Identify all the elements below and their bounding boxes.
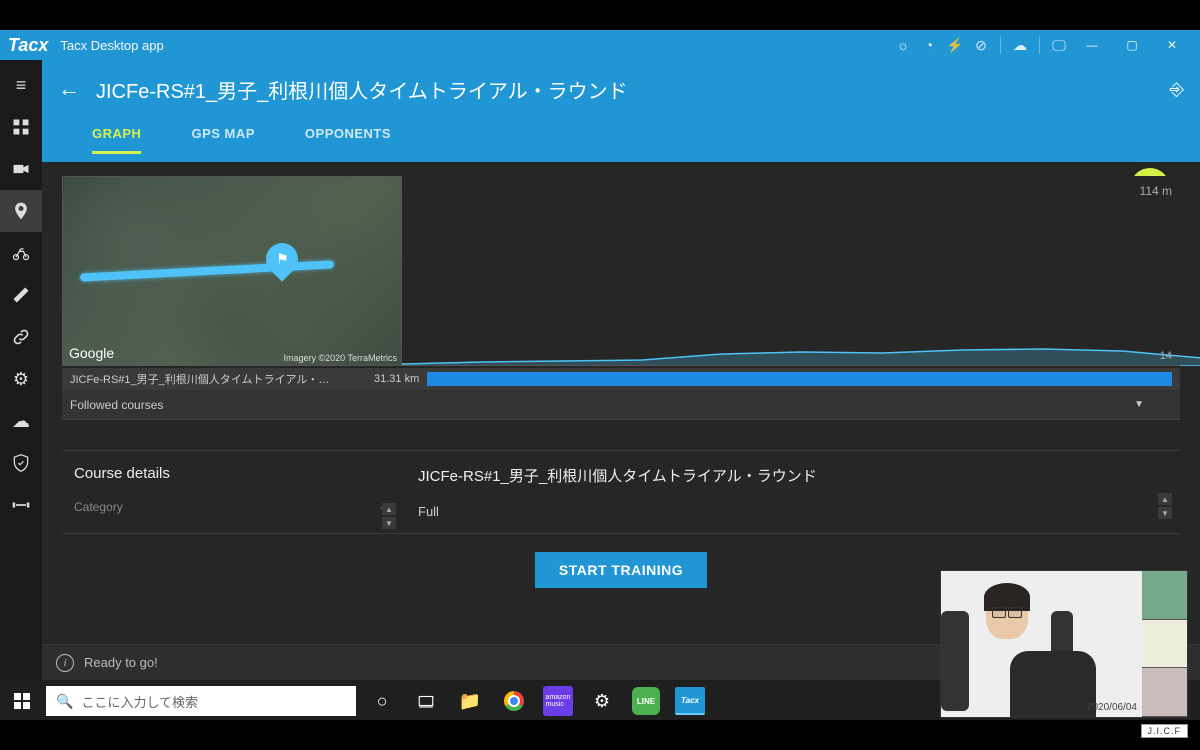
tacx-app-icon[interactable]: Tacx bbox=[675, 687, 705, 715]
window-maximize[interactable]: ▢ bbox=[1112, 30, 1152, 60]
file-explorer-icon[interactable]: 📁 bbox=[448, 682, 492, 720]
settings-icon[interactable]: ⚙ bbox=[580, 682, 624, 720]
chrome-icon[interactable] bbox=[492, 682, 536, 720]
webcam-overlay: 2020/06/04 bbox=[940, 570, 1188, 718]
chevron-down-icon: ▼ bbox=[1134, 399, 1144, 410]
titlebar: Tacx Tacx Desktop app ☼ ◔ ⚡ ⊘ ☁ 🖵 — ▢ ✕ bbox=[0, 30, 1200, 60]
bolt-icon[interactable]: ⚡ bbox=[942, 32, 968, 58]
elevation-max-label: 114 m bbox=[1140, 184, 1172, 198]
elevation-min-label: 14 bbox=[1160, 350, 1172, 362]
status-text: Ready to go! bbox=[84, 655, 158, 670]
category-label: Category bbox=[74, 500, 123, 514]
route-name-bar: JICFe-RS#1_男子_利根川個人タイムトライアル・… 31.31 km bbox=[62, 368, 1180, 390]
sidebar-edit[interactable] bbox=[0, 274, 42, 316]
amazon-music-icon[interactable]: amazon music bbox=[543, 686, 573, 716]
webcam-date: 2020/06/04 bbox=[1087, 702, 1137, 713]
map-thumbnail[interactable]: Google Imagery ©2020 TerraMetrics bbox=[62, 176, 402, 366]
followed-label: Followed courses bbox=[70, 398, 163, 412]
search-icon: 🔍 bbox=[56, 693, 73, 710]
route-distance: 31.31 km bbox=[374, 373, 419, 385]
start-training-button[interactable]: START TRAINING bbox=[535, 552, 707, 588]
brand-logo: Tacx bbox=[8, 35, 48, 56]
windows-start-button[interactable] bbox=[0, 682, 44, 720]
page-title: JICFe-RS#1_男子_利根川個人タイムトライアル・ラウンド bbox=[96, 75, 1170, 104]
google-logo: Google bbox=[69, 345, 114, 361]
course-details-heading: Course details bbox=[74, 465, 390, 482]
segment-step-down[interactable]: ▼ bbox=[1158, 507, 1172, 519]
tabs: GRAPH GPS MAP OPPONENTS bbox=[42, 118, 1200, 162]
sidebar-dashboard[interactable] bbox=[0, 106, 42, 148]
category-step-up[interactable]: ▲ bbox=[382, 503, 396, 515]
sidebar-bike[interactable] bbox=[0, 232, 42, 274]
info-icon: i bbox=[56, 654, 74, 672]
sidebar-menu[interactable]: ≡ bbox=[0, 64, 42, 106]
content-header: ← JICFe-RS#1_男子_利根川個人タイムトライアル・ラウンド ⎆ bbox=[42, 60, 1200, 118]
tab-opponents[interactable]: OPPONENTS bbox=[305, 126, 391, 154]
cancel-icon[interactable]: ⊘ bbox=[968, 32, 994, 58]
segment-step-up[interactable]: ▲ bbox=[1158, 493, 1172, 505]
sidebar-dumbbell[interactable] bbox=[0, 484, 42, 526]
sidebar-location[interactable] bbox=[0, 190, 42, 232]
app-name: Tacx Desktop app bbox=[60, 38, 163, 53]
route-name-text: JICFe-RS#1_男子_利根川個人タイムトライアル・… bbox=[70, 371, 370, 387]
category-step-down[interactable]: ▼ bbox=[382, 517, 396, 529]
login-icon[interactable]: ⎆ bbox=[1170, 79, 1184, 100]
window-minimize[interactable]: — bbox=[1072, 30, 1112, 60]
taskview-icon[interactable] bbox=[404, 682, 448, 720]
segment-label: Full bbox=[418, 504, 1164, 519]
screen-icon[interactable]: 🖵 bbox=[1046, 32, 1072, 58]
sun-icon[interactable]: ☼ bbox=[890, 32, 916, 58]
search-placeholder: ここに入力して検索 bbox=[81, 692, 198, 711]
back-arrow-icon[interactable]: ← bbox=[58, 76, 80, 102]
map-attribution: Imagery ©2020 TerraMetrics bbox=[283, 353, 397, 363]
cortana-icon[interactable]: ○ bbox=[360, 682, 404, 720]
speedo-icon[interactable]: ◔ bbox=[916, 32, 942, 58]
jicf-watermark: J.I.C.F bbox=[1141, 724, 1189, 738]
line-app-icon[interactable]: LINE bbox=[632, 687, 660, 715]
progress-bar bbox=[427, 372, 1172, 386]
course-name-text: JICFe-RS#1_男子_利根川個人タイムトライアル・ラウンド bbox=[418, 465, 1164, 486]
tab-gpsmap[interactable]: GPS MAP bbox=[191, 126, 254, 154]
sidebar: ≡ ⚙ ☁ bbox=[0, 60, 42, 680]
windows-search-box[interactable]: 🔍 ここに入力して検索 bbox=[46, 686, 356, 716]
cloud-icon[interactable]: ☁ bbox=[1007, 32, 1033, 58]
followed-courses-dropdown[interactable]: Followed courses ▼ bbox=[62, 390, 1180, 420]
sidebar-shield[interactable] bbox=[0, 442, 42, 484]
map-pin-icon bbox=[266, 243, 298, 275]
sidebar-cloud[interactable]: ☁ bbox=[0, 400, 42, 442]
sidebar-link[interactable] bbox=[0, 316, 42, 358]
sidebar-settings[interactable]: ⚙ bbox=[0, 358, 42, 400]
sidebar-video[interactable] bbox=[0, 148, 42, 190]
elevation-chart: 114 m 14 bbox=[402, 176, 1180, 366]
window-close[interactable]: ✕ bbox=[1152, 30, 1192, 60]
tab-graph[interactable]: GRAPH bbox=[92, 126, 141, 154]
